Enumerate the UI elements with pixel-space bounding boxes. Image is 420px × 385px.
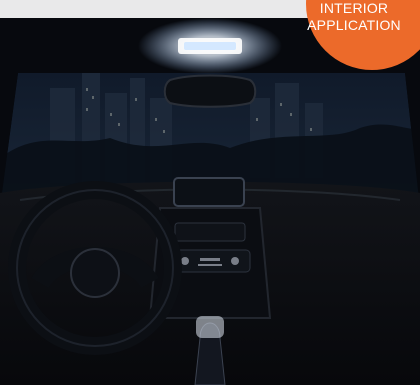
badge-line-2: APPLICATION [307,17,401,33]
product-image-frame: INTERIOR APPLICATION [0,0,420,385]
car-interior-photo [0,18,420,385]
interior-application-label: INTERIOR APPLICATION [300,0,408,34]
badge-line-1: INTERIOR [319,0,389,16]
